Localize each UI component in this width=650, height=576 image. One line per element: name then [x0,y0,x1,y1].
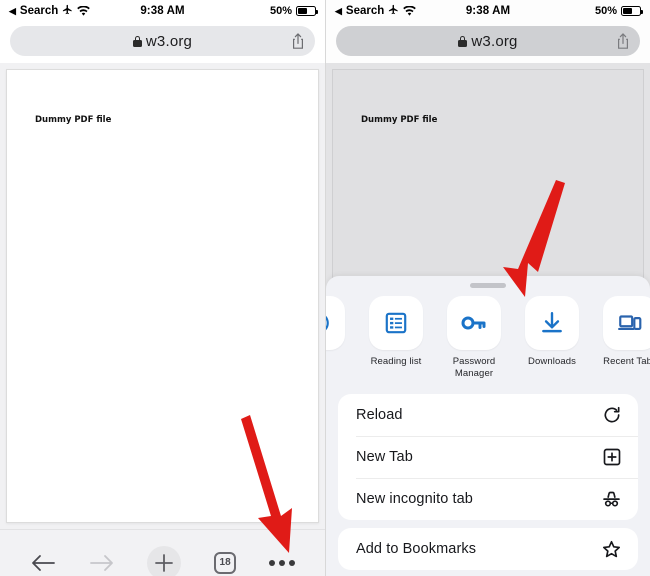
bottom-sheet-menu: y Reading list [326,276,650,576]
menu-item-label: New incognito tab [356,491,473,507]
menu-item-label: Reload [356,407,403,423]
tab-count-badge: 18 [214,551,237,574]
back-triangle-icon: ◀ [335,5,342,16]
arrow-left-icon [30,553,56,573]
address-bar[interactable]: w3.org [10,26,315,56]
key-icon [447,296,501,350]
shortcut-label: Password Manager [452,356,496,379]
shortcut-label: Recent Tabs [603,356,650,367]
refresh-icon [601,405,622,426]
status-bar-right: 50% [185,5,318,17]
pdf-page: Dummy PDF file [6,69,319,523]
address-bar-center[interactable]: w3.org [336,33,640,50]
tab-switcher-button[interactable]: 18 [214,551,237,574]
share-icon[interactable] [615,32,631,50]
menu-item-label: Add to Bookmarks [356,541,477,557]
address-bar-container: w3.org [326,22,650,63]
airplane-icon [62,4,73,18]
status-bar: ◀ Search 9:38 AM 50% [326,0,650,22]
status-bar-time: 9:38 AM [465,5,511,17]
menu-item-new-tab[interactable]: New Tab [338,436,638,478]
plus-square-icon [601,447,622,468]
menu-card-primary: Reload New Tab New incognito tab [338,394,638,520]
pdf-viewer[interactable]: Dummy PDF file [0,63,325,529]
address-bar-url: w3.org [471,32,518,50]
menu-item-new-incognito-tab[interactable]: New incognito tab [338,478,638,520]
status-bar-back-label: Search [19,5,59,17]
right-phone-screen: ◀ Search 9:38 AM 50% w3.org Dummy PDF fi… [325,0,650,576]
more-menu-button[interactable] [268,559,295,566]
status-bar-back-label: Search [345,5,385,17]
dual-screenshot-container: ◀ Search 9:38 AM 50% w3.org Dummy PDF fi… [0,0,650,576]
shortcut-reading-list[interactable]: Reading list [362,296,430,368]
three-dots-icon [268,559,295,566]
star-icon [601,539,622,560]
history-icon [326,296,345,350]
plus-icon [147,545,182,576]
devices-icon [603,296,650,350]
new-tab-button[interactable] [147,545,182,576]
back-button[interactable] [30,553,56,573]
menu-item-label: New Tab [356,449,413,465]
status-bar-left: ◀ Search [335,4,466,18]
status-bar-right: 50% [510,5,643,17]
status-bar-time: 9:38 AM [140,5,185,17]
arrow-right-icon [89,553,115,573]
status-bar: ◀ Search 9:38 AM 50% [0,0,325,22]
shortcut-row: y Reading list [326,288,650,386]
battery-icon [621,6,643,16]
menu-card-secondary: Add to Bookmarks [338,528,638,570]
address-bar[interactable]: w3.org [336,26,640,56]
lock-icon [458,35,468,47]
incognito-icon [601,489,622,510]
airplane-icon [388,4,399,18]
wifi-icon [77,5,91,16]
share-icon[interactable] [290,32,306,50]
battery-icon [296,6,318,16]
battery-percent-label: 50% [594,5,617,17]
menu-item-add-to-bookmarks[interactable]: Add to Bookmarks [338,528,638,570]
battery-percent-label: 50% [269,5,292,17]
shortcut-recent-tabs[interactable]: Recent Tabs [596,296,650,368]
shortcut-history[interactable]: y [326,296,352,368]
download-icon [525,296,579,350]
shortcut-label: Reading list [370,356,422,367]
address-bar-container: w3.org [0,22,325,63]
left-phone-screen: ◀ Search 9:38 AM 50% w3.org Dummy PDF fi… [0,0,325,576]
lock-icon [132,35,142,47]
address-bar-center[interactable]: w3.org [10,33,315,50]
shortcut-downloads[interactable]: Downloads [518,296,586,368]
wifi-icon [403,5,417,16]
shortcut-password-manager[interactable]: Password Manager [440,296,508,380]
address-bar-url: w3.org [145,32,193,50]
pdf-text: Dummy PDF file [361,115,438,125]
pdf-text: Dummy PDF file [35,115,112,125]
forward-button[interactable] [89,553,115,573]
shortcut-label: Downloads [528,356,576,367]
menu-item-reload[interactable]: Reload [338,394,638,436]
status-bar-left: ◀ Search [9,4,140,18]
bottom-toolbar: 18 [0,529,325,576]
back-triangle-icon: ◀ [9,5,16,16]
reading-list-icon [369,296,423,350]
